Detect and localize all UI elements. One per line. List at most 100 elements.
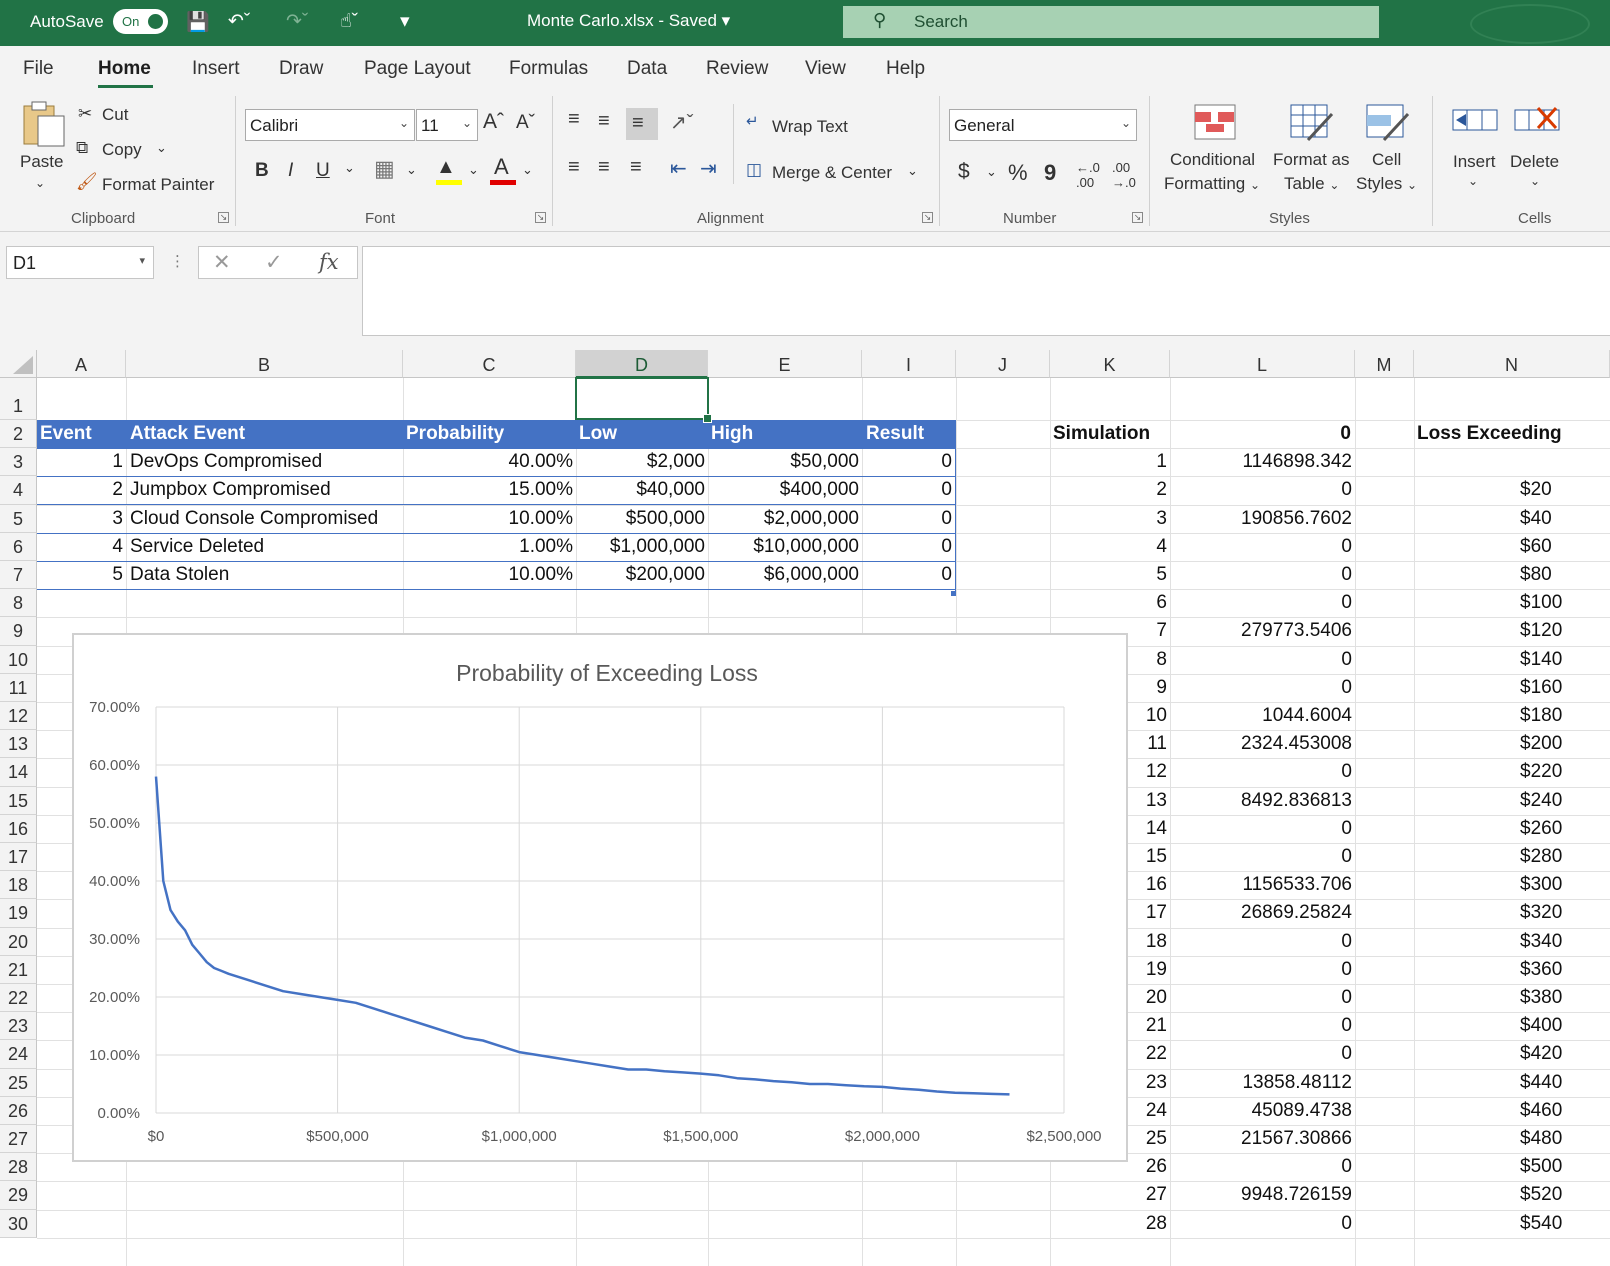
- table-cell[interactable]: 0: [862, 448, 952, 476]
- merge-dropdown-icon[interactable]: ⌄: [907, 163, 918, 179]
- undo-icon[interactable]: ↶ˇ: [228, 10, 250, 33]
- row-header-4[interactable]: 4: [0, 476, 37, 505]
- column-header-n[interactable]: N: [1414, 350, 1610, 378]
- simulation-loss-cell[interactable]: 0: [1170, 1040, 1352, 1068]
- font-family-select[interactable]: Calibri ⌄: [245, 109, 415, 141]
- name-box[interactable]: D1 ▾: [6, 246, 154, 279]
- loss-threshold-cell[interactable]: $160: [1520, 674, 1610, 702]
- simulation-number-cell[interactable]: 4: [1050, 533, 1167, 561]
- loss-threshold-cell[interactable]: $520: [1520, 1181, 1610, 1209]
- table-cell[interactable]: 5: [37, 561, 123, 589]
- loss-threshold-cell[interactable]: $60: [1520, 533, 1610, 561]
- row-header-25[interactable]: 25: [0, 1068, 37, 1097]
- column-header-j[interactable]: J: [956, 350, 1050, 378]
- comma-button[interactable]: 9: [1044, 160, 1056, 186]
- row-header-1[interactable]: 1: [0, 378, 37, 420]
- table-cell[interactable]: 0: [862, 561, 952, 589]
- loss-threshold-cell[interactable]: $200: [1520, 730, 1610, 758]
- clipboard-launcher-icon[interactable]: ↘: [218, 212, 229, 223]
- table-cell[interactable]: 3: [37, 505, 123, 533]
- decrease-indent-icon[interactable]: ⇤: [670, 156, 687, 181]
- table-resize-handle[interactable]: [951, 591, 956, 596]
- tab-data[interactable]: Data: [627, 58, 667, 80]
- table-cell[interactable]: 10.00%: [403, 561, 573, 589]
- save-icon[interactable]: 💾: [186, 10, 210, 34]
- column-header-d[interactable]: D: [576, 350, 708, 378]
- underline-dropdown-icon[interactable]: ⌄: [344, 160, 355, 176]
- active-cell-selection[interactable]: [575, 377, 712, 423]
- table-cell[interactable]: DevOps Compromised: [130, 448, 400, 476]
- simulation-loss-cell[interactable]: 0: [1170, 956, 1352, 984]
- cell-styles-label-2[interactable]: Styles ⌄: [1356, 174, 1417, 194]
- table-cell[interactable]: 0: [862, 505, 952, 533]
- wrap-text-icon[interactable]: ↵: [746, 112, 759, 130]
- loss-threshold-cell[interactable]: $420: [1520, 1040, 1610, 1068]
- table-cell[interactable]: 2: [37, 476, 123, 504]
- fill-color-icon[interactable]: ▲: [436, 156, 456, 179]
- simulation-loss-cell[interactable]: 0: [1170, 1012, 1352, 1040]
- copy-icon[interactable]: ⧉: [76, 138, 88, 158]
- simulation-loss-cell[interactable]: 0: [1170, 815, 1352, 843]
- loss-threshold-cell[interactable]: $20: [1520, 476, 1610, 504]
- delete-dropdown-icon[interactable]: ⌄: [1530, 174, 1540, 188]
- font-size-select[interactable]: 11 ⌄: [416, 109, 478, 141]
- cancel-icon[interactable]: ✕: [213, 250, 231, 275]
- table-cell[interactable]: $2,000: [576, 448, 705, 476]
- column-header-e[interactable]: E: [708, 350, 862, 378]
- table-cell[interactable]: 15.00%: [403, 476, 573, 504]
- row-header-13[interactable]: 13: [0, 730, 37, 759]
- loss-threshold-cell[interactable]: $180: [1520, 702, 1610, 730]
- simulation-loss-cell[interactable]: 0: [1170, 758, 1352, 786]
- table-cell[interactable]: 40.00%: [403, 448, 573, 476]
- format-painter-icon[interactable]: 🖌: [76, 172, 98, 192]
- loss-threshold-cell[interactable]: $280: [1520, 843, 1610, 871]
- table-cell[interactable]: $200,000: [576, 561, 705, 589]
- simulation-loss-cell[interactable]: 190856.7602: [1170, 505, 1352, 533]
- row-header-5[interactable]: 5: [0, 504, 37, 533]
- insert-cells-icon[interactable]: [1452, 104, 1498, 138]
- loss-threshold-cell[interactable]: $220: [1520, 758, 1610, 786]
- cut-icon[interactable]: ✂: [78, 104, 92, 124]
- column-header-a[interactable]: A: [37, 350, 126, 378]
- percent-button[interactable]: %: [1008, 160, 1028, 186]
- cell-styles-icon[interactable]: [1366, 104, 1410, 142]
- row-header-21[interactable]: 21: [0, 955, 37, 984]
- loss-threshold-cell[interactable]: $540: [1520, 1210, 1610, 1238]
- align-center-icon[interactable]: ≡: [598, 156, 610, 179]
- row-header-30[interactable]: 30: [0, 1209, 37, 1238]
- column-header-k[interactable]: K: [1050, 350, 1170, 378]
- simulation-loss-cell[interactable]: 0: [1170, 476, 1352, 504]
- conditional-formatting-label-2[interactable]: Formatting ⌄: [1164, 174, 1260, 194]
- wrap-text-button[interactable]: Wrap Text: [772, 117, 848, 137]
- loss-exceeding-header[interactable]: Loss Exceeding: [1417, 420, 1610, 448]
- alignment-launcher-icon[interactable]: ↘: [922, 212, 933, 223]
- simulation-loss-cell[interactable]: 279773.5406: [1170, 617, 1352, 645]
- loss-threshold-cell[interactable]: $240: [1520, 787, 1610, 815]
- row-header-2[interactable]: 2: [0, 420, 37, 449]
- delete-cells-icon[interactable]: [1514, 104, 1560, 138]
- table-cell[interactable]: Jumpbox Compromised: [130, 476, 400, 504]
- align-middle-icon[interactable]: ≡: [598, 110, 610, 133]
- loss-threshold-cell[interactable]: $380: [1520, 984, 1610, 1012]
- simulation-number-cell[interactable]: 2: [1050, 476, 1167, 504]
- document-title[interactable]: Monte Carlo.xlsx - Saved ▾: [527, 11, 730, 31]
- table-cell[interactable]: Cloud Console Compromised: [130, 505, 400, 533]
- row-header-15[interactable]: 15: [0, 786, 37, 815]
- enter-icon[interactable]: ✓: [265, 250, 283, 275]
- cut-button[interactable]: Cut: [102, 105, 128, 125]
- loss-threshold-cell[interactable]: $320: [1520, 899, 1610, 927]
- table-cell[interactable]: 0: [862, 476, 952, 504]
- row-header-12[interactable]: 12: [0, 702, 37, 731]
- row-header-11[interactable]: 11: [0, 673, 37, 702]
- row-header-28[interactable]: 28: [0, 1153, 37, 1182]
- merge-center-button[interactable]: Merge & Center: [772, 163, 892, 183]
- copy-dropdown-icon[interactable]: ⌄: [156, 140, 167, 156]
- row-header-18[interactable]: 18: [0, 871, 37, 900]
- simulation-loss-cell[interactable]: 1156533.706: [1170, 871, 1352, 899]
- loss-threshold-cell[interactable]: $260: [1520, 815, 1610, 843]
- table-cell[interactable]: $500,000: [576, 505, 705, 533]
- table-cell[interactable]: $6,000,000: [708, 561, 859, 589]
- simulation-number-cell[interactable]: 3: [1050, 505, 1167, 533]
- number-format-select[interactable]: General ⌄: [949, 109, 1137, 141]
- loss-threshold-cell[interactable]: $400: [1520, 1012, 1610, 1040]
